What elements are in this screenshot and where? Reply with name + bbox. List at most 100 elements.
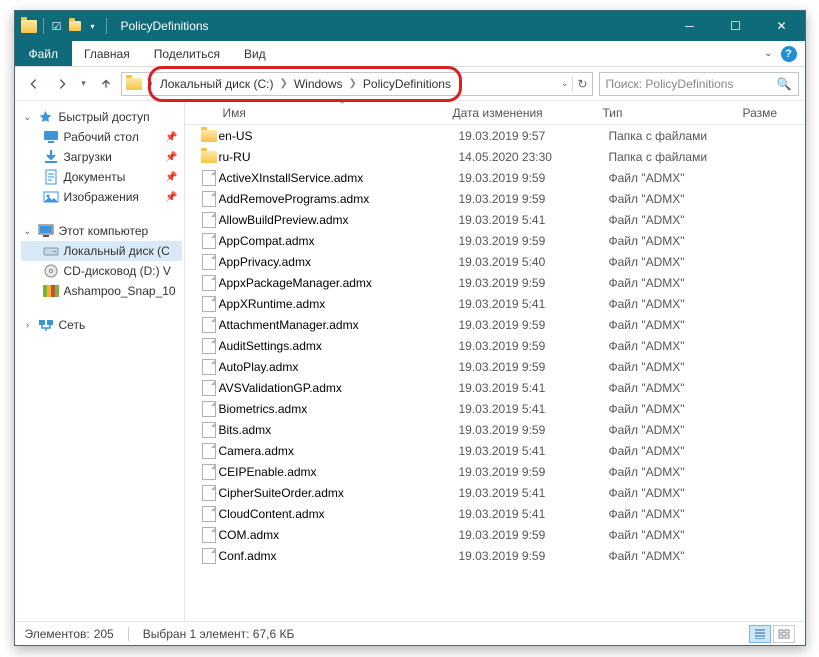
col-date[interactable]: Дата изменения — [445, 106, 595, 120]
chevron-icon[interactable]: ❯ — [349, 78, 357, 89]
file-date: 19.03.2019 5:41 — [459, 213, 609, 227]
file-row[interactable]: CEIPEnable.admx19.03.2019 9:59Файл "ADMX… — [185, 461, 805, 482]
status-count: 205 — [94, 627, 114, 641]
file-date: 19.03.2019 9:59 — [459, 171, 609, 185]
file-row[interactable]: AppPrivacy.admx19.03.2019 5:40Файл "ADMX… — [185, 251, 805, 272]
chevron-icon[interactable]: ❯ — [146, 78, 154, 89]
file-row[interactable]: AppxPackageManager.admx19.03.2019 9:59Фа… — [185, 272, 805, 293]
nav-tree[interactable]: ⌄ Быстрый доступ Рабочий стол 📌 Загрузки… — [15, 101, 185, 621]
file-type: Файл "ADMX" — [609, 192, 749, 206]
cd-icon — [43, 264, 59, 278]
tab-share[interactable]: Поделиться — [142, 41, 232, 66]
titlebar[interactable]: ☑ ▾ PolicyDefinitions ─ ☐ ✕ — [15, 11, 805, 41]
tab-view[interactable]: Вид — [232, 41, 278, 66]
tree-ashampoo[interactable]: Ashampoo_Snap_10 — [21, 281, 182, 301]
close-button[interactable]: ✕ — [759, 11, 805, 41]
address-dropdown-icon[interactable]: ⌄ — [561, 78, 569, 89]
file-type: Файл "ADMX" — [609, 465, 749, 479]
tree-quick-access[interactable]: ⌄ Быстрый доступ — [21, 107, 182, 127]
file-row[interactable]: AuditSettings.admx19.03.2019 9:59Файл "A… — [185, 335, 805, 356]
chevron-down-icon[interactable]: ⌄ — [23, 112, 33, 123]
file-name: COM.admx — [219, 528, 459, 542]
file-icon — [199, 212, 219, 228]
file-date: 19.03.2019 9:59 — [459, 465, 609, 479]
file-row[interactable]: CipherSuiteOrder.admx19.03.2019 5:41Файл… — [185, 482, 805, 503]
chevron-icon[interactable]: ❯ — [279, 78, 287, 89]
file-type: Файл "ADMX" — [609, 528, 749, 542]
tree-documents[interactable]: Документы 📌 — [21, 167, 182, 187]
file-row[interactable]: AppCompat.admx19.03.2019 9:59Файл "ADMX" — [185, 230, 805, 251]
network-icon — [38, 318, 54, 332]
file-type: Файл "ADMX" — [609, 507, 749, 521]
file-row[interactable]: AutoPlay.admx19.03.2019 9:59Файл "ADMX" — [185, 356, 805, 377]
file-name: CipherSuiteOrder.admx — [219, 486, 459, 500]
file-icon — [199, 317, 219, 333]
help-icon[interactable]: ? — [781, 46, 797, 62]
tree-desktop[interactable]: Рабочий стол 📌 — [21, 127, 182, 147]
file-row[interactable]: CloudContent.admx19.03.2019 5:41Файл "AD… — [185, 503, 805, 524]
file-icon — [199, 443, 219, 459]
view-details-button[interactable] — [749, 625, 771, 643]
tree-cd-drive[interactable]: CD-дисковод (D:) V — [21, 261, 182, 281]
file-row[interactable]: Camera.admx19.03.2019 5:41Файл "ADMX" — [185, 440, 805, 461]
file-name: en-US — [219, 129, 459, 143]
chevron-down-icon[interactable]: ⌄ — [23, 226, 33, 237]
file-row[interactable]: AddRemovePrograms.admx19.03.2019 9:59Фай… — [185, 188, 805, 209]
file-type: Файл "ADMX" — [609, 171, 749, 185]
tree-pictures[interactable]: Изображения 📌 — [21, 187, 182, 207]
search-icon[interactable]: 🔍 — [777, 77, 792, 91]
tab-file[interactable]: Файл — [15, 41, 73, 66]
file-row[interactable]: Conf.admx19.03.2019 9:59Файл "ADMX" — [185, 545, 805, 566]
nav-up-button[interactable] — [93, 71, 119, 97]
file-row[interactable]: AllowBuildPreview.admx19.03.2019 5:41Фай… — [185, 209, 805, 230]
col-size[interactable]: Разме — [735, 106, 805, 120]
file-icon — [199, 338, 219, 354]
file-row[interactable]: AttachmentManager.admx19.03.2019 9:59Фай… — [185, 314, 805, 335]
breadcrumb-0[interactable]: Локальный диск (C:) — [158, 77, 276, 91]
qat-properties-icon[interactable]: ☑ — [50, 19, 64, 33]
star-icon — [38, 110, 54, 124]
minimize-button[interactable]: ─ — [667, 11, 713, 41]
file-type: Файл "ADMX" — [609, 360, 749, 374]
file-row[interactable]: AVSValidationGP.admx19.03.2019 5:41Файл … — [185, 377, 805, 398]
file-icon — [199, 422, 219, 438]
body: ⌄ Быстрый доступ Рабочий стол 📌 Загрузки… — [15, 101, 805, 621]
qat-newfolder-icon[interactable] — [68, 19, 82, 33]
tree-this-pc[interactable]: ⌄ Этот компьютер — [21, 221, 182, 241]
file-row[interactable]: ActiveXInstallService.admx19.03.2019 9:5… — [185, 167, 805, 188]
qat-dropdown-icon[interactable]: ▾ — [86, 19, 100, 33]
disk-icon — [43, 244, 59, 258]
breadcrumb-2[interactable]: PolicyDefinitions — [361, 77, 453, 91]
file-icon — [199, 401, 219, 417]
nav-back-button[interactable] — [21, 71, 47, 97]
file-row[interactable]: ru-RU14.05.2020 23:30Папка с файлами — [185, 146, 805, 167]
file-row[interactable]: en-US19.03.2019 9:57Папка с файлами — [185, 125, 805, 146]
maximize-button[interactable]: ☐ — [713, 11, 759, 41]
tree-network[interactable]: › Сеть — [21, 315, 182, 335]
nav-recent-icon[interactable]: ▾ — [77, 71, 91, 97]
col-type[interactable]: Тип — [595, 106, 735, 120]
file-date: 19.03.2019 9:59 — [459, 339, 609, 353]
search-input[interactable]: Поиск: PolicyDefinitions 🔍 — [599, 72, 799, 96]
file-name: ActiveXInstallService.admx — [219, 171, 459, 185]
column-headers: ⌃ Имя Дата изменения Тип Разме — [185, 101, 805, 125]
navbar: ▾ ❯ Локальный диск (C:) ❯ Windows ❯ Poli… — [15, 67, 805, 101]
file-row[interactable]: AppXRuntime.admx19.03.2019 5:41Файл "ADM… — [185, 293, 805, 314]
file-row[interactable]: COM.admx19.03.2019 9:59Файл "ADMX" — [185, 524, 805, 545]
file-row[interactable]: Bits.admx19.03.2019 9:59Файл "ADMX" — [185, 419, 805, 440]
file-date: 19.03.2019 9:57 — [459, 129, 609, 143]
col-name[interactable]: Имя — [185, 106, 445, 120]
address-bar[interactable]: ❯ Локальный диск (C:) ❯ Windows ❯ Policy… — [121, 72, 593, 96]
breadcrumb-1[interactable]: Windows — [292, 77, 345, 91]
file-row[interactable]: Biometrics.admx19.03.2019 5:41Файл "ADMX… — [185, 398, 805, 419]
ribbon-expand-icon[interactable]: ⌄ — [764, 48, 772, 59]
nav-forward-button[interactable] — [49, 71, 75, 97]
chevron-right-icon[interactable]: › — [23, 320, 33, 331]
view-icons-button[interactable] — [773, 625, 795, 643]
tree-local-disk-c[interactable]: Локальный диск (C — [21, 241, 182, 261]
pin-icon: 📌 — [165, 152, 181, 163]
tab-home[interactable]: Главная — [72, 41, 142, 66]
refresh-icon[interactable]: ↻ — [577, 77, 587, 91]
file-rows[interactable]: en-US19.03.2019 9:57Папка с файламиru-RU… — [185, 125, 805, 621]
tree-downloads[interactable]: Загрузки 📌 — [21, 147, 182, 167]
